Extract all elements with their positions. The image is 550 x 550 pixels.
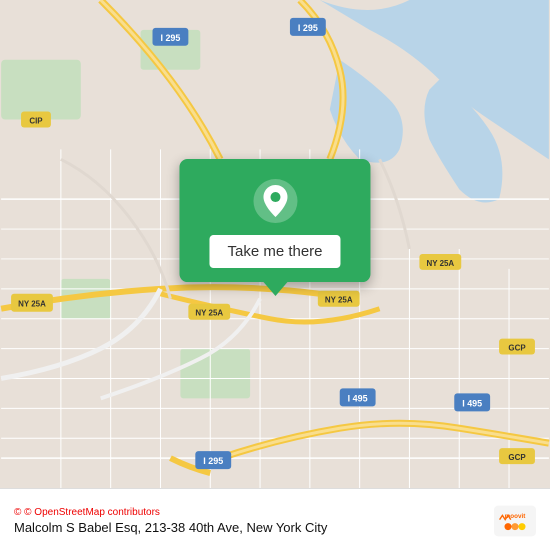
svg-text:I 295: I 295	[160, 33, 180, 43]
osm-credit: © © OpenStreetMap contributors	[14, 507, 327, 518]
svg-text:I 295: I 295	[298, 23, 318, 33]
moovit-logo-icon: moovit	[494, 505, 536, 537]
address-text: Malcolm S Babel Esq, 213-38 40th Ave, Ne…	[14, 520, 327, 535]
moovit-logo: moovit	[494, 505, 536, 537]
svg-text:I 295: I 295	[203, 456, 223, 466]
location-pin-icon	[251, 177, 299, 225]
svg-text:I 495: I 495	[462, 398, 482, 408]
app-container: I 295 I 295 NY 25A NY 25A NY 25A NY 25A	[0, 0, 550, 550]
svg-text:NY 25A: NY 25A	[195, 309, 223, 318]
popup-overlay: Take me there	[179, 159, 370, 296]
popup-tail	[263, 282, 287, 296]
svg-text:GCP: GCP	[508, 453, 526, 462]
popup-box: Take me there	[179, 159, 370, 282]
bottom-left-info: © © OpenStreetMap contributors Malcolm S…	[14, 507, 327, 535]
osm-credit-text: © OpenStreetMap contributors	[24, 507, 160, 518]
map-area: I 295 I 295 NY 25A NY 25A NY 25A NY 25A	[0, 0, 550, 488]
take-me-there-button[interactable]: Take me there	[209, 235, 340, 268]
copyright-symbol: ©	[14, 507, 21, 518]
svg-text:I 495: I 495	[348, 393, 368, 403]
svg-text:NY 25A: NY 25A	[325, 296, 353, 305]
svg-text:NY 25A: NY 25A	[18, 300, 46, 309]
svg-text:GCP: GCP	[508, 344, 526, 353]
svg-text:NY 25A: NY 25A	[426, 259, 454, 268]
bottom-bar: © © OpenStreetMap contributors Malcolm S…	[0, 488, 550, 550]
svg-text:CIP: CIP	[29, 116, 43, 125]
